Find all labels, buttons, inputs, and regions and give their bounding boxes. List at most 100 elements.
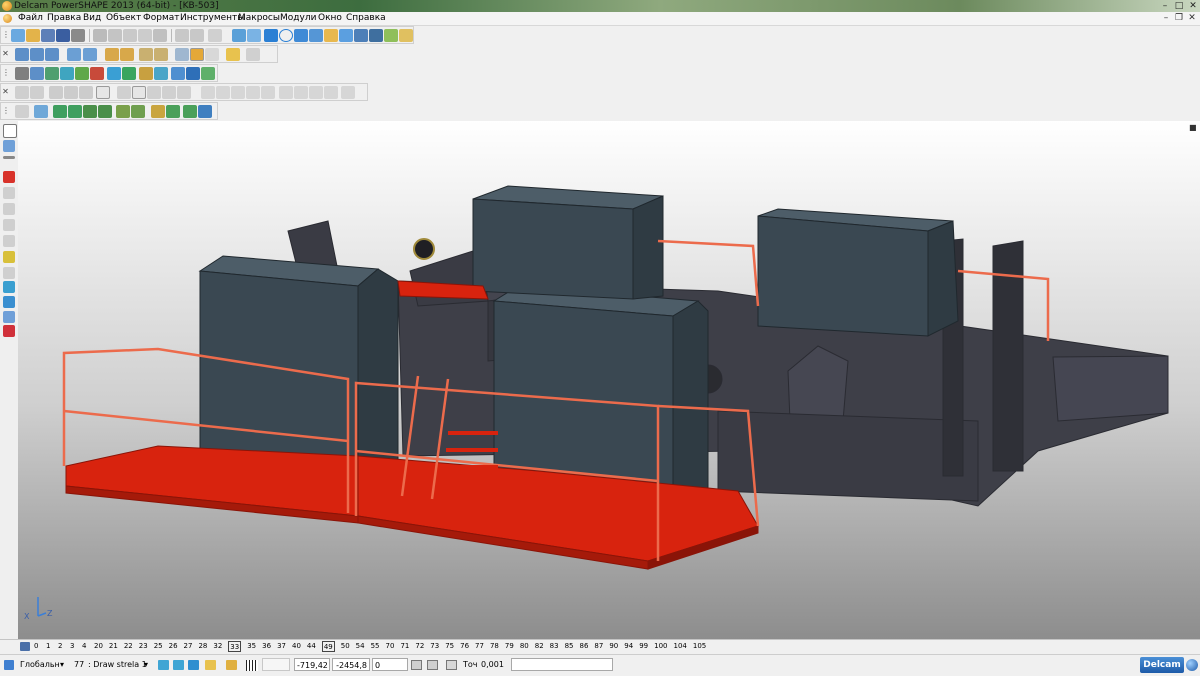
level-button[interactable]: 22	[124, 641, 133, 652]
wireframe-icon[interactable]	[205, 48, 219, 61]
level-button[interactable]: 78	[490, 641, 499, 652]
tool-icon[interactable]	[399, 29, 413, 42]
level-button[interactable]: 100	[654, 641, 667, 652]
level-button[interactable]: 77	[475, 641, 484, 652]
toolbar-grip-icon[interactable]: ⋮	[2, 67, 10, 79]
level-button[interactable]: 44	[307, 641, 316, 652]
solid-l-icon[interactable]	[198, 105, 212, 118]
select-mode-icon[interactable]	[3, 140, 15, 152]
level-button[interactable]: 75	[445, 641, 454, 652]
surface-a-icon[interactable]	[15, 86, 29, 99]
level-button[interactable]: 82	[535, 641, 544, 652]
level-button[interactable]: 0	[34, 641, 38, 652]
line-icon[interactable]	[264, 29, 278, 42]
level-button[interactable]: 35	[247, 641, 256, 652]
edit-a-icon[interactable]	[3, 187, 15, 199]
position-icon[interactable]	[411, 660, 422, 670]
solid-i-icon[interactable]	[151, 105, 165, 118]
boolean-icon[interactable]	[3, 325, 15, 337]
text-icon[interactable]	[324, 29, 338, 42]
wizard-icon[interactable]	[384, 29, 398, 42]
solid-c-icon[interactable]	[53, 105, 67, 118]
level-button[interactable]: 3	[70, 641, 74, 652]
level-button[interactable]: 4	[82, 641, 86, 652]
cube-icon[interactable]	[186, 67, 200, 80]
curve-f-icon[interactable]	[279, 86, 293, 99]
surface-h-icon[interactable]	[132, 86, 146, 99]
warning-icon[interactable]	[3, 171, 15, 183]
clear-icon[interactable]	[153, 29, 167, 42]
curve-a-icon[interactable]	[201, 86, 215, 99]
view-iso-icon[interactable]	[67, 48, 81, 61]
menu-modules[interactable]: Модули	[278, 12, 318, 25]
solid-a-icon[interactable]	[15, 105, 29, 118]
surface-e-icon[interactable]	[79, 86, 93, 99]
cut-icon[interactable]	[93, 29, 107, 42]
level-button[interactable]: 49	[321, 641, 335, 652]
surface-edit-icon[interactable]	[3, 296, 15, 308]
print-icon[interactable]	[71, 29, 85, 42]
info-icon[interactable]	[171, 67, 185, 80]
level-button[interactable]: 20	[94, 641, 103, 652]
copy-pos-icon[interactable]	[427, 660, 438, 670]
edit-b-icon[interactable]	[3, 203, 15, 215]
snap-icon[interactable]	[3, 251, 15, 263]
level-button[interactable]: 40	[292, 641, 301, 652]
curve-i-icon[interactable]	[324, 86, 338, 99]
surface-c-icon[interactable]	[49, 86, 63, 99]
mdi-minimize-icon[interactable]: –	[1160, 12, 1172, 25]
arc-icon[interactable]	[309, 29, 323, 42]
level-button[interactable]: 55	[371, 641, 380, 652]
level-button[interactable]: 80	[520, 641, 529, 652]
table-icon[interactable]	[15, 67, 29, 80]
level-button[interactable]: 36	[262, 641, 271, 652]
level-button[interactable]: 86	[580, 641, 589, 652]
toolbar-grip-icon[interactable]: ⋮	[2, 29, 10, 41]
redo-icon[interactable]	[190, 29, 204, 42]
level-button[interactable]: 2	[58, 641, 62, 652]
solid-icon[interactable]	[354, 29, 368, 42]
view-front-icon[interactable]	[30, 48, 44, 61]
level-name[interactable]: : Draw strela 1	[88, 658, 147, 672]
toolbar-close-icon[interactable]: ✕	[2, 86, 9, 98]
menu-view[interactable]: Вид	[81, 12, 103, 25]
zoom-fit-icon[interactable]	[139, 48, 153, 61]
triangle-icon[interactable]	[122, 67, 136, 80]
level-number[interactable]: 77	[74, 658, 84, 672]
z-coordinate[interactable]: 0	[372, 658, 408, 671]
layers-icon[interactable]	[45, 67, 59, 80]
level-button[interactable]: 104	[673, 641, 686, 652]
graphics-viewport[interactable]: X Z	[18, 121, 1200, 639]
surface-k-icon[interactable]	[177, 86, 191, 99]
document-icon[interactable]	[3, 14, 12, 23]
mdi-close-icon[interactable]: ✕	[1186, 12, 1198, 25]
level-button[interactable]: 54	[356, 641, 365, 652]
view-right-icon[interactable]	[45, 48, 59, 61]
level-button[interactable]: 71	[400, 641, 409, 652]
menu-help[interactable]: Справка	[344, 12, 388, 25]
level-button[interactable]: 23	[139, 641, 148, 652]
curve-b-icon[interactable]	[216, 86, 230, 99]
snap-d-icon[interactable]	[226, 660, 237, 670]
open-icon[interactable]	[26, 29, 40, 42]
solid-j-icon[interactable]	[166, 105, 180, 118]
chevron-down-icon[interactable]: ▾	[144, 658, 148, 672]
viewport-restore-icon[interactable]: ■	[1189, 123, 1199, 132]
repeat-icon[interactable]	[208, 29, 222, 42]
menu-window[interactable]: Окно	[316, 12, 344, 25]
select-icon[interactable]	[232, 29, 246, 42]
new-icon[interactable]	[11, 29, 25, 42]
menu-format[interactable]: Формат	[141, 12, 182, 25]
mesh-edit-icon[interactable]	[3, 311, 15, 323]
level-button[interactable]: 32	[213, 641, 222, 652]
level-button[interactable]: 105	[693, 641, 706, 652]
box-icon[interactable]	[139, 67, 153, 80]
level-button[interactable]: 37	[277, 641, 286, 652]
level-button[interactable]: 26	[169, 641, 178, 652]
level-button[interactable]: 28	[198, 641, 207, 652]
level-button[interactable]: 1	[46, 641, 50, 652]
surface-i-icon[interactable]	[147, 86, 161, 99]
tree-icon[interactable]	[201, 67, 215, 80]
surface-d-icon[interactable]	[64, 86, 78, 99]
pointer-icon[interactable]	[3, 124, 17, 138]
